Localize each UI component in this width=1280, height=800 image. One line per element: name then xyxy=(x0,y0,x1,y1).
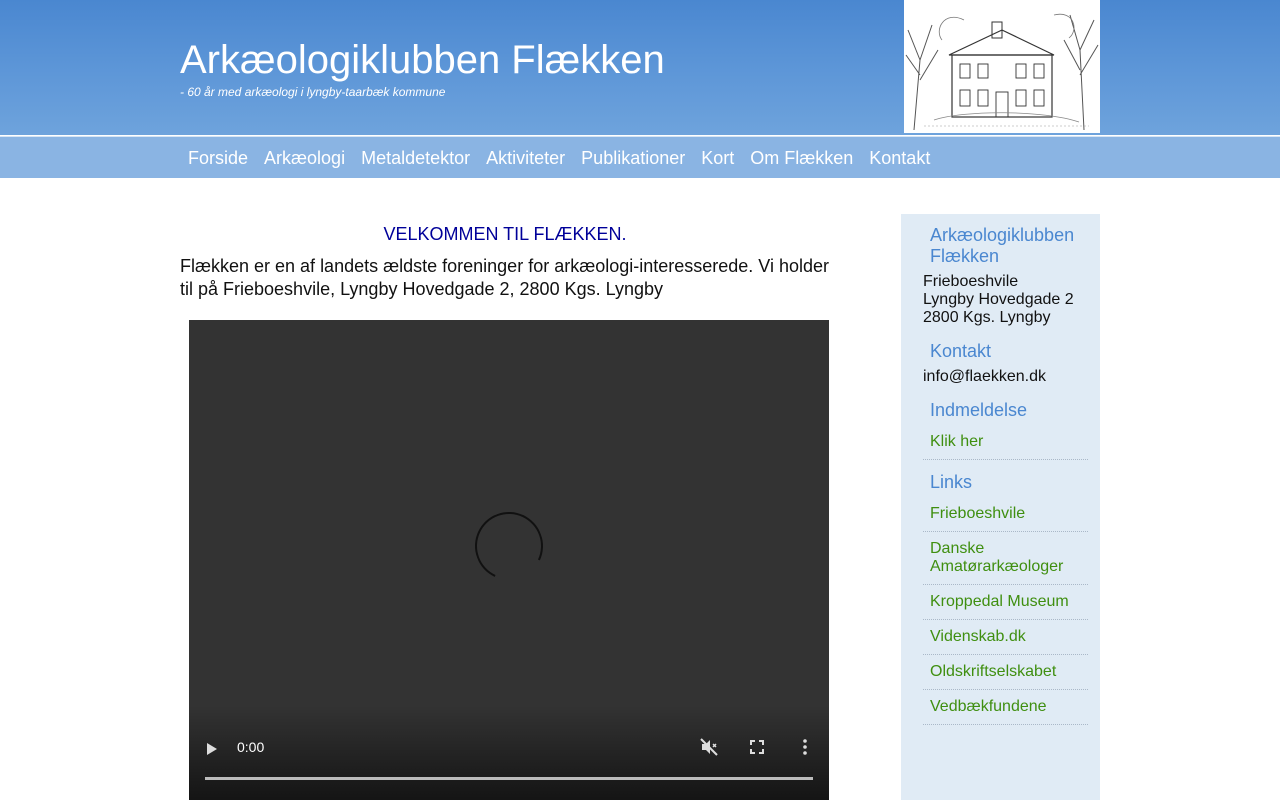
site-header: Arkæologiklubben Flækken - 60 år med ark… xyxy=(0,0,1280,135)
nav-item-om-flaekken[interactable]: Om Flækken xyxy=(742,137,861,178)
nav-item-kontakt[interactable]: Kontakt xyxy=(861,137,938,178)
loading-spinner-icon xyxy=(465,502,553,590)
video-progress-bar[interactable] xyxy=(205,777,813,780)
nav-item-aktiviteter[interactable]: Aktiviteter xyxy=(478,137,573,178)
nav-item-forside[interactable]: Forside xyxy=(180,137,256,178)
sidebar-link-videnskab[interactable]: Videnskab.dk xyxy=(923,620,1088,655)
play-icon[interactable] xyxy=(207,743,217,755)
header-sketch-image xyxy=(904,0,1100,133)
nav-item-arkaeologi[interactable]: Arkæologi xyxy=(256,137,353,178)
nav-item-kort[interactable]: Kort xyxy=(693,137,742,178)
site-tagline: - 60 år med arkæologi i lyngby-taarbæk k… xyxy=(180,85,446,99)
join-link[interactable]: Klik her xyxy=(923,425,1088,460)
sidebar-link-vedbaekfundene[interactable]: Vedbækfundene xyxy=(923,690,1088,725)
nav-list: Forside Arkæologi Metaldetektor Aktivite… xyxy=(180,137,938,178)
main-content: VELKOMMEN TIL FLÆKKEN. Flækken er en af … xyxy=(180,214,830,800)
address-line: Frieboeshvile xyxy=(923,273,1019,290)
video-player[interactable]: 0:00 xyxy=(189,320,829,800)
main-nav: Forside Arkæologi Metaldetektor Aktivite… xyxy=(0,136,1280,178)
site-title[interactable]: Arkæologiklubben Flækken xyxy=(180,38,665,83)
fullscreen-icon[interactable] xyxy=(747,737,767,757)
sidebar-link-kroppedal-museum[interactable]: Kroppedal Museum xyxy=(923,585,1088,620)
sidebar-link-oldskriftselskabet[interactable]: Oldskriftselskabet xyxy=(923,655,1088,690)
nav-item-publikationer[interactable]: Publikationer xyxy=(573,137,693,178)
address-line: 2800 Kgs. Lyngby xyxy=(923,309,1051,326)
sidebar-link-frieboeshvile[interactable]: Frieboeshvile xyxy=(923,497,1088,532)
video-time: 0:00 xyxy=(237,739,265,755)
address-line: Lyngby Hovedgade 2 xyxy=(923,291,1074,308)
more-options-icon[interactable] xyxy=(795,737,815,757)
muted-speaker-icon[interactable] xyxy=(699,737,719,757)
video-controls: 0:00 xyxy=(189,705,829,800)
sidebar-link-danske-amatoerarkaeologer[interactable]: Danske Amatørarkæologer xyxy=(923,532,1088,585)
sidebar-contact-heading: Kontakt xyxy=(930,341,992,361)
sidebar-join-heading: Indmeldelse xyxy=(930,400,1028,420)
sidebar: Arkæologiklubben Flækken Frieboeshvile L… xyxy=(901,214,1100,800)
welcome-heading: VELKOMMEN TIL FLÆKKEN. xyxy=(383,224,627,244)
sidebar-club-heading: Arkæologiklubben Flækken xyxy=(930,225,1075,266)
sidebar-links-heading: Links xyxy=(930,472,973,492)
contact-email: info@flaekken.dk xyxy=(923,368,1046,385)
nav-item-metaldetektor[interactable]: Metaldetektor xyxy=(353,137,478,178)
intro-text: Flækken er en af landets ældste forening… xyxy=(180,256,830,299)
